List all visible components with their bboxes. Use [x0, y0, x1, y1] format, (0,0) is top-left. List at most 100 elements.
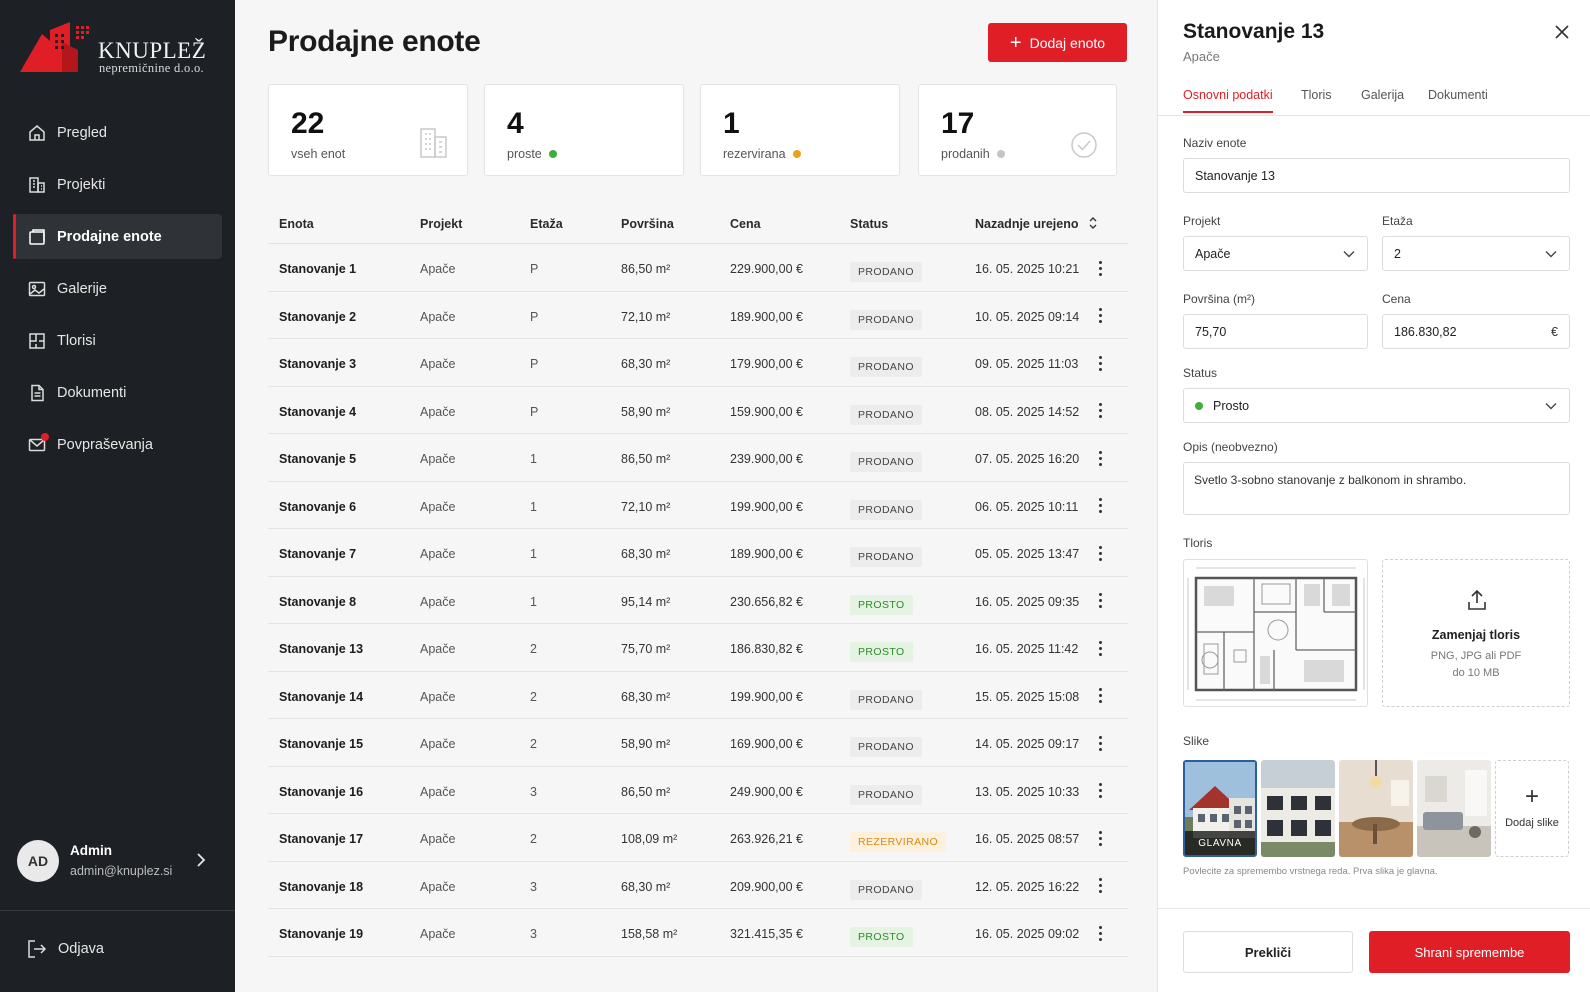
cell-area: 75,70 m² [621, 642, 671, 656]
save-button[interactable]: Shrani spremembe [1369, 931, 1570, 973]
floorplan-preview[interactable] [1183, 559, 1368, 707]
column-header-status[interactable]: Status [850, 217, 888, 231]
sort-icon[interactable] [1088, 215, 1098, 231]
more-options-icon[interactable] [1090, 591, 1110, 611]
images-hint: Povlecite za spremembo vrstnega reda. Pr… [1183, 866, 1438, 877]
status-badge: PRODANO [850, 784, 922, 805]
table-row[interactable]: Stanovanje 3 Apače P 68,30 m² 179.900,00 € 09… [268, 339, 1128, 387]
more-options-icon[interactable] [1090, 923, 1110, 943]
table-row[interactable]: Stanovanje 16 Apače 3 86,50 m² 249.900,00 € 1… [268, 767, 1128, 814]
table-row[interactable]: Stanovanje 18 Apače 3 68,30 m² 209.900,00 € 1… [268, 862, 1128, 909]
replace-floorplan-dropzone[interactable]: Zamenjaj tloris PNG, JPG ali PDF do 10 M… [1382, 559, 1570, 707]
table-row[interactable]: Stanovanje 19 Apače 3 158,58 m² 321.415,35 €… [268, 909, 1128, 957]
more-options-icon[interactable] [1090, 686, 1110, 706]
more-options-icon[interactable] [1090, 638, 1110, 658]
table-row[interactable]: Stanovanje 4 Apače P 58,90 m² 159.900,00 € 08… [268, 387, 1128, 434]
cell-updated: 16. 05. 2025 08:57 [975, 832, 1080, 846]
column-header-price[interactable]: Cena [730, 217, 761, 231]
sidebar-item-galerije[interactable]: Galerije [13, 266, 222, 311]
close-icon[interactable] [1552, 22, 1572, 42]
more-options-icon[interactable] [1090, 496, 1110, 516]
status-badge: PRODANO [850, 452, 922, 472]
more-options-icon[interactable] [1090, 876, 1110, 896]
tabs-divider [1158, 115, 1590, 116]
gallery-thumbnail[interactable] [1339, 760, 1413, 857]
more-options-icon[interactable] [1090, 733, 1110, 753]
stat-value: 22 [291, 107, 325, 140]
cell-unit: Stanovanje 6 [279, 499, 357, 514]
status-select[interactable]: Prosto [1183, 388, 1570, 423]
gallery-thumbnail[interactable] [1261, 760, 1335, 857]
cell-price: 199.900,00 € [730, 499, 803, 514]
cell-updated: 16. 05. 2025 10:21 [975, 262, 1080, 276]
stat-label-text: rezervirana [723, 147, 786, 161]
tab-gallery[interactable]: Galerija [1361, 88, 1404, 111]
column-header-project[interactable]: Projekt [420, 217, 462, 231]
cell-area: 86,50 m² [621, 452, 671, 466]
add-images-button[interactable]: + Dodaj slike [1495, 760, 1569, 857]
column-header-updated[interactable]: Nazadnje urejeno [975, 217, 1079, 231]
status-dot-green [548, 150, 557, 158]
column-header-unit[interactable]: Enota [279, 217, 314, 231]
table-row[interactable]: Stanovanje 7 Apače 1 68,30 m² 189.900,00 € 05… [268, 529, 1128, 577]
sidebar-item-prodajne-enote[interactable]: Prodajne enote [13, 214, 222, 259]
area-value: 75,70 [1195, 324, 1227, 339]
footer-divider [1158, 908, 1590, 909]
table-row[interactable]: Stanovanje 1 Apače P 86,50 m² 229.900,00 € 16… [268, 244, 1128, 292]
user-email: admin@knuplez.si [70, 864, 173, 878]
cell-project: Apače [420, 499, 456, 514]
user-menu[interactable]: AD Admin admin@knuplez.si [17, 840, 217, 884]
gallery-thumbnail-main[interactable]: GLAVNA [1183, 760, 1257, 857]
stats-cards: 22 vseh enot 4 proste 1 rezervirana 17 p… [268, 84, 1128, 176]
sidebar-item-povprasevanja[interactable]: Povpraševanja [13, 422, 222, 467]
description-textarea[interactable]: Svetlo 3-sobno stanovanje z balkonom in … [1183, 462, 1570, 515]
project-select[interactable]: Apače [1183, 236, 1368, 271]
gallery-thumbnail[interactable] [1417, 760, 1491, 857]
units-table: Enota Projekt Etaža Površina Cena Status… [268, 204, 1128, 957]
more-options-icon[interactable] [1090, 258, 1110, 278]
stat-value: 1 [723, 107, 740, 140]
table-row[interactable]: Stanovanje 13 Apače 2 75,70 m² 186.830,82 € 1… [268, 624, 1128, 672]
price-field[interactable]: 186.830,82 € [1382, 314, 1570, 349]
sidebar-item-label: Prodajne enote [57, 228, 162, 245]
cell-project: Apače [420, 309, 456, 324]
more-options-icon[interactable] [1090, 353, 1110, 373]
cell-price: 189.900,00 € [730, 547, 803, 561]
tab-basic-data[interactable]: Osnovni podatki [1183, 88, 1273, 113]
cancel-button[interactable]: Prekliči [1183, 931, 1353, 973]
sidebar-item-tlorisi[interactable]: Tlorisi [13, 318, 222, 363]
add-unit-button[interactable]: + Dodaj enoto [988, 23, 1127, 62]
floor-select[interactable]: 2 [1382, 236, 1570, 271]
table-row[interactable]: Stanovanje 15 Apače 2 58,90 m² 169.900,00 € 1… [268, 719, 1128, 767]
more-options-icon[interactable] [1090, 448, 1110, 468]
more-options-icon[interactable] [1090, 828, 1110, 848]
price-label: Cena [1382, 292, 1411, 306]
tab-floorplan[interactable]: Tloris [1301, 88, 1332, 111]
status-badge: PROSTO [850, 594, 913, 615]
logout-button[interactable]: Odjava [26, 938, 104, 960]
table-row[interactable]: Stanovanje 8 Apače 1 95,14 m² 230.656,82 € 16… [268, 577, 1128, 624]
cell-unit: Stanovanje 8 [279, 594, 357, 609]
sidebar-item-label: Tlorisi [57, 332, 96, 349]
brand-logo[interactable]: KNUPLEŽ nepremičnine d.o.o. [20, 18, 220, 78]
sidebar-item-pregled[interactable]: Pregled [13, 110, 222, 155]
sidebar-item-projekti[interactable]: Projekti [13, 162, 222, 207]
more-options-icon[interactable] [1090, 781, 1110, 801]
tab-documents[interactable]: Dokumenti [1428, 88, 1488, 111]
table-row[interactable]: Stanovanje 17 Apače 2 108,09 m² 263.926,21 €… [268, 814, 1128, 862]
more-options-icon[interactable] [1090, 306, 1110, 326]
area-field[interactable]: 75,70 [1183, 314, 1368, 349]
more-options-icon[interactable] [1090, 543, 1110, 563]
logo-mark-icon [20, 22, 89, 72]
column-header-floor[interactable]: Etaža [530, 217, 563, 231]
cell-project: Apače [420, 594, 456, 609]
table-row[interactable]: Stanovanje 14 Apače 2 68,30 m² 199.900,00 € 1… [268, 672, 1128, 719]
table-row[interactable]: Stanovanje 6 Apače 1 72,10 m² 199.900,00 € 06… [268, 482, 1128, 529]
column-header-area[interactable]: Površina [621, 217, 674, 231]
sidebar-item-dokumenti[interactable]: Dokumenti [13, 370, 222, 415]
unit-name-field[interactable]: Stanovanje 13 [1183, 158, 1570, 193]
table-row[interactable]: Stanovanje 2 Apače P 72,10 m² 189.900,00 € 10… [268, 292, 1128, 339]
more-options-icon[interactable] [1090, 401, 1110, 421]
cell-floor: 1 [530, 452, 537, 466]
table-row[interactable]: Stanovanje 5 Apače 1 86,50 m² 239.900,00 € 07… [268, 434, 1128, 482]
